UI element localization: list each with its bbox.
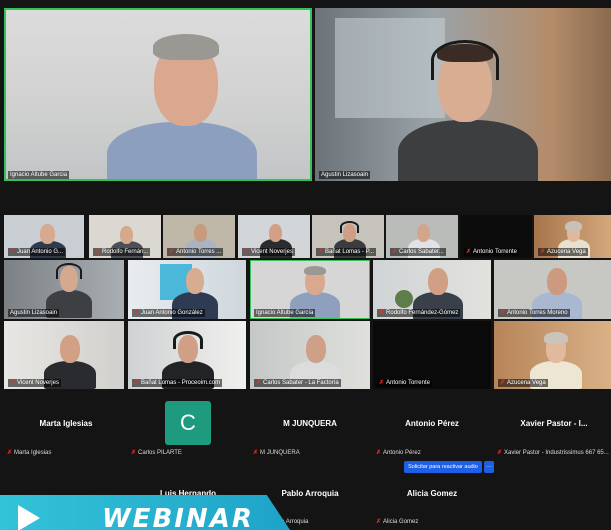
mic-muted-icon: ✗ bbox=[392, 249, 398, 255]
mic-muted-icon: ✗ bbox=[376, 450, 382, 456]
video-tile[interactable]: ✗ Carlos Sabater - La Factoría bbox=[250, 321, 370, 389]
banner-title: WEBINAR bbox=[102, 504, 254, 530]
video-tile-main-1[interactable]: Ignacio Altube Garcia bbox=[4, 8, 312, 181]
mic-muted-icon: ✗ bbox=[253, 450, 259, 456]
participant-label: ✗ M JUNQUERA bbox=[253, 450, 300, 456]
mic-muted-icon: ✗ bbox=[134, 310, 140, 316]
participant-name: ✗ Juan Antonio González bbox=[132, 309, 205, 317]
participant-name: ✗ Carlos Sabater - La Factoría bbox=[254, 379, 341, 387]
mic-muted-icon: ✗ bbox=[134, 380, 140, 386]
participant-figure bbox=[393, 38, 543, 181]
participant-display-name: Antonio Pérez bbox=[405, 419, 459, 428]
video-tile[interactable]: ✗ Antonio Torres Moreno bbox=[494, 260, 611, 319]
participant-name: ✗ Rodolfo Fernández-Gómez bbox=[377, 309, 461, 317]
video-tile[interactable]: ✗ Antonio Torrente bbox=[373, 321, 491, 389]
mic-muted-icon: ✗ bbox=[376, 519, 382, 525]
participant-display-name: M JUNQUERA bbox=[283, 419, 337, 428]
mic-muted-icon: ✗ bbox=[95, 249, 101, 255]
mic-muted-icon: ✗ bbox=[10, 380, 16, 386]
mic-muted-icon: ✗ bbox=[500, 310, 506, 316]
video-tile-thumb[interactable]: ✗ Carlos Sabater... bbox=[386, 215, 458, 258]
play-icon bbox=[18, 505, 40, 530]
participant-label: ✗ Alicia Gomez bbox=[376, 519, 419, 525]
mic-muted-icon: ✗ bbox=[10, 249, 16, 255]
participant-name: ✗ Bañat Lomas - Proceoim.com bbox=[132, 379, 223, 387]
participant-label: ✗ Carlos PILARTE bbox=[131, 450, 182, 456]
mic-muted-icon: ✗ bbox=[379, 380, 385, 386]
participant-name: ✗ Azucena Vega bbox=[498, 379, 548, 387]
participant-name: Ignacio Altube Garcia bbox=[8, 171, 70, 179]
mic-muted-icon: ✗ bbox=[244, 249, 250, 255]
participant-avatar: C bbox=[165, 401, 211, 445]
participant-label: ✗ Marta Iglesias bbox=[7, 450, 52, 456]
mic-muted-icon: ✗ bbox=[131, 450, 137, 456]
video-tile-thumb[interactable]: ✗ Juan Antonio G... bbox=[4, 215, 84, 258]
participant-display-name: Xavier Pastor - I... bbox=[520, 419, 588, 428]
participant-name: ✗ Vicent Noverjes bbox=[8, 379, 61, 387]
participant-name: ✗ Vicent Noverjes bbox=[242, 248, 295, 256]
video-tile-thumb[interactable]: ✗ Vicent Noverjes bbox=[238, 215, 310, 258]
video-tile[interactable]: Ignacio Altube García bbox=[250, 260, 370, 319]
participant-label: ✗ Xavier Pastor - Industrissimus 667 65..… bbox=[497, 450, 609, 456]
mic-muted-icon: ✗ bbox=[540, 249, 546, 255]
participant-name: ✗ Carlos Sabater... bbox=[390, 248, 446, 256]
participant-figure bbox=[99, 34, 269, 181]
participant-display-name: Marta Iglesias bbox=[39, 419, 93, 428]
participant-name: Agustin Lizasoain bbox=[8, 309, 60, 317]
video-tile-thumb[interactable]: ✗ Azucena Vega bbox=[534, 215, 611, 258]
participant-name: Agustin Lizasoain bbox=[319, 171, 371, 179]
video-tile-thumb[interactable]: ✗ Bañat Lomas - P... bbox=[312, 215, 384, 258]
participant-name: ✗ Antonio Torres Moreno bbox=[498, 309, 570, 317]
mic-muted-icon: ✗ bbox=[497, 450, 503, 456]
video-tile[interactable]: Agustin Lizasoain bbox=[4, 260, 124, 319]
participant-name: ✗ Juan Antonio G... bbox=[8, 248, 66, 256]
video-tile-thumb[interactable]: ✗ Rodolfo Fernán... bbox=[89, 215, 161, 258]
participant-display-name: Alicia Gomez bbox=[406, 489, 458, 498]
participant-name: ✗ Rodolfo Fernán... bbox=[93, 248, 151, 256]
video-tile-thumb[interactable]: ✗ Antonio Torres ... bbox=[163, 215, 235, 258]
video-tile[interactable]: ✗ Vicent Noverjes bbox=[4, 321, 124, 389]
more-options-button[interactable]: ··· bbox=[484, 461, 494, 473]
video-tile-thumb[interactable]: ✗ Antonio Torrente bbox=[460, 215, 532, 258]
webinar-banner: WEBINAR bbox=[0, 495, 300, 530]
participant-label: ✗ Antonio Pérez bbox=[376, 450, 421, 456]
mic-muted-icon: ✗ bbox=[256, 380, 262, 386]
participant-name: ✗ Azucena Vega bbox=[538, 248, 588, 256]
participant-name: Ignacio Altube García bbox=[254, 309, 316, 317]
mic-muted-icon: ✗ bbox=[318, 249, 324, 255]
video-tile[interactable]: ✗ Juan Antonio González bbox=[128, 260, 246, 319]
participant-name: ✗ Bañat Lomas - P... bbox=[316, 248, 376, 256]
mic-muted-icon: ✗ bbox=[7, 450, 13, 456]
participant-name: ✗ Antonio Torres ... bbox=[167, 248, 224, 256]
participant-name: ✗ Antonio Torrente bbox=[377, 379, 432, 387]
video-tile[interactable]: ✗ Bañat Lomas - Proceoim.com bbox=[128, 321, 246, 389]
mic-muted-icon: ✗ bbox=[466, 249, 472, 255]
request-unmute-button[interactable]: Solicitar para reactivar audio bbox=[404, 461, 482, 473]
participant-name: ✗ Antonio Torrente bbox=[464, 248, 519, 256]
video-tile[interactable]: ✗ Azucena Vega bbox=[494, 321, 611, 389]
video-tile[interactable]: ✗ Rodolfo Fernández-Gómez bbox=[373, 260, 491, 319]
mic-muted-icon: ✗ bbox=[379, 310, 385, 316]
mic-muted-icon: ✗ bbox=[500, 380, 506, 386]
mic-muted-icon: ✗ bbox=[169, 249, 175, 255]
video-tile-main-2[interactable]: Agustin Lizasoain bbox=[315, 8, 611, 181]
